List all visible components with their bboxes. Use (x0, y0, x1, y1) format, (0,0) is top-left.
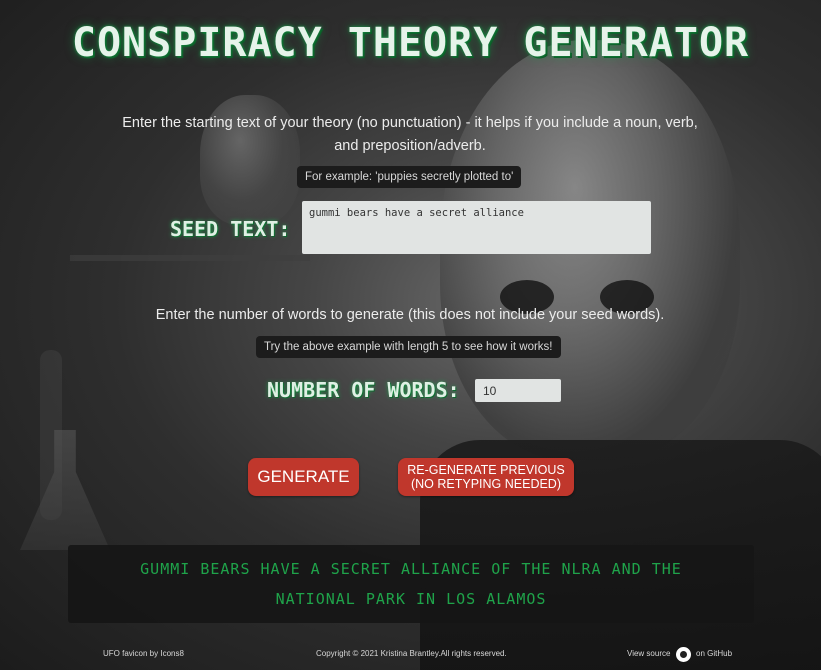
copyright-text: Copyright © 2021 Kristina Brantley.All r… (316, 649, 507, 658)
seed-text-label: SEED TEXT: (170, 217, 291, 241)
main-content: CONSPIRACY THEORY GENERATOR Enter the st… (0, 0, 821, 670)
words-instructions: Enter the number of words to generate (t… (155, 307, 665, 323)
number-of-words-label: NUMBER OF WORDS: (267, 378, 460, 402)
seed-example-tooltip: For example: 'puppies secretly plotted t… (297, 166, 522, 188)
page-title: CONSPIRACY THEORY GENERATOR (71, 20, 750, 66)
words-example-tooltip: Try the above example with length 5 to s… (256, 336, 561, 358)
github-link[interactable]: on GitHub (696, 649, 732, 658)
seed-instructions: Enter the starting text of your theory (… (122, 115, 698, 154)
seed-text-input[interactable]: gummi bears have a secret alliance (302, 201, 651, 254)
generated-theory-text: GUMMI BEARS HAVE A SECRET ALLIANCE OF TH… (140, 560, 682, 608)
github-icon[interactable] (676, 647, 691, 662)
generate-button[interactable]: GENERATE (248, 458, 359, 496)
favicon-credit[interactable]: UFO favicon by Icons8 (103, 649, 184, 658)
view-source-link[interactable]: View source (627, 649, 670, 658)
regenerate-previous-button[interactable]: RE-GENERATE PREVIOUS (NO RETYPING NEEDED… (398, 458, 574, 496)
number-of-words-input[interactable] (475, 379, 561, 402)
generated-theory-output: GUMMI BEARS HAVE A SECRET ALLIANCE OF TH… (68, 545, 754, 623)
